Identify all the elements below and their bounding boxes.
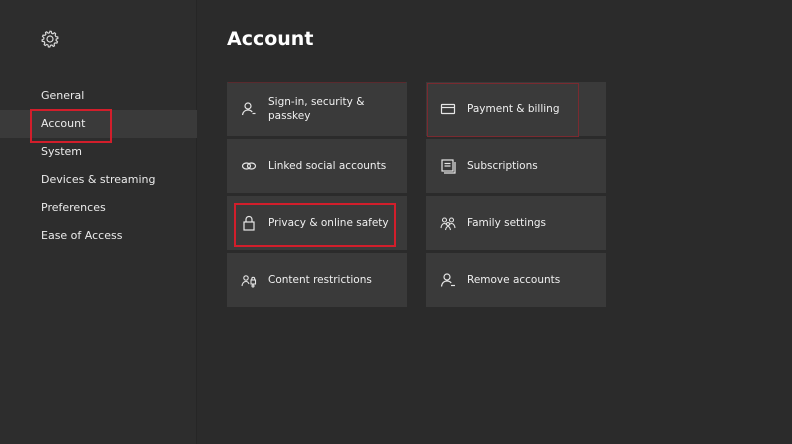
- gear-icon: [40, 29, 60, 49]
- lock-icon: [241, 215, 257, 231]
- tile-label: Privacy & online safety: [268, 217, 389, 229]
- family-settings-tile[interactable]: Family settings: [426, 196, 606, 250]
- sidebar-item-label: General: [41, 89, 85, 102]
- family-icon: [440, 215, 456, 231]
- remove-accounts-tile[interactable]: Remove accounts: [426, 253, 606, 307]
- sidebar-item-label: Preferences: [41, 201, 106, 214]
- content-restrictions-icon: [241, 272, 257, 288]
- sidebar-item-label: Devices & streaming: [41, 173, 156, 186]
- content-restrictions-tile[interactable]: Content restrictions: [227, 253, 407, 307]
- tile-label: Family settings: [467, 217, 546, 229]
- sidebar-item-account[interactable]: Account: [0, 109, 197, 143]
- main-panel: Account Sign-in, security & passkey Paym…: [197, 0, 792, 444]
- sidebar-item-label: Account: [41, 117, 86, 130]
- payment-billing-tile[interactable]: Payment & billing: [426, 82, 606, 137]
- sidebar-item-label: Ease of Access: [41, 229, 123, 242]
- tile-label: Content restrictions: [268, 274, 372, 286]
- tile-label: Linked social accounts: [268, 160, 387, 172]
- remove-person-icon: [440, 272, 456, 288]
- sidebar-item-devices-streaming[interactable]: Devices & streaming: [0, 166, 197, 194]
- page-title: Account: [227, 28, 314, 50]
- credit-card-icon: [440, 101, 456, 117]
- privacy-online-safety-tile[interactable]: Privacy & online safety: [227, 196, 407, 250]
- tile-label: Sign-in, security & passkey: [268, 96, 365, 122]
- link-icon: [241, 158, 257, 174]
- subscriptions-tile[interactable]: Subscriptions: [426, 139, 606, 193]
- sign-in-security-tile[interactable]: Sign-in, security & passkey: [227, 82, 407, 136]
- sidebar-item-general[interactable]: General: [0, 82, 197, 110]
- linked-social-accounts-tile[interactable]: Linked social accounts: [227, 139, 407, 193]
- sidebar-item-system[interactable]: System: [0, 138, 197, 166]
- tile-label: Subscriptions: [467, 160, 538, 172]
- sidebar: General Account System Devices & streami…: [0, 0, 197, 444]
- subscriptions-icon: [440, 158, 456, 174]
- settings-screen: General Account System Devices & streami…: [0, 0, 792, 444]
- person-icon: [241, 101, 257, 117]
- sidebar-item-label: System: [41, 145, 83, 158]
- sidebar-item-ease-of-access[interactable]: Ease of Access: [0, 222, 197, 250]
- sidebar-nav: General Account System Devices & streami…: [0, 82, 197, 250]
- tile-label: Payment & billing: [467, 103, 560, 115]
- sidebar-item-preferences[interactable]: Preferences: [0, 194, 197, 222]
- tile-label: Remove accounts: [467, 274, 561, 286]
